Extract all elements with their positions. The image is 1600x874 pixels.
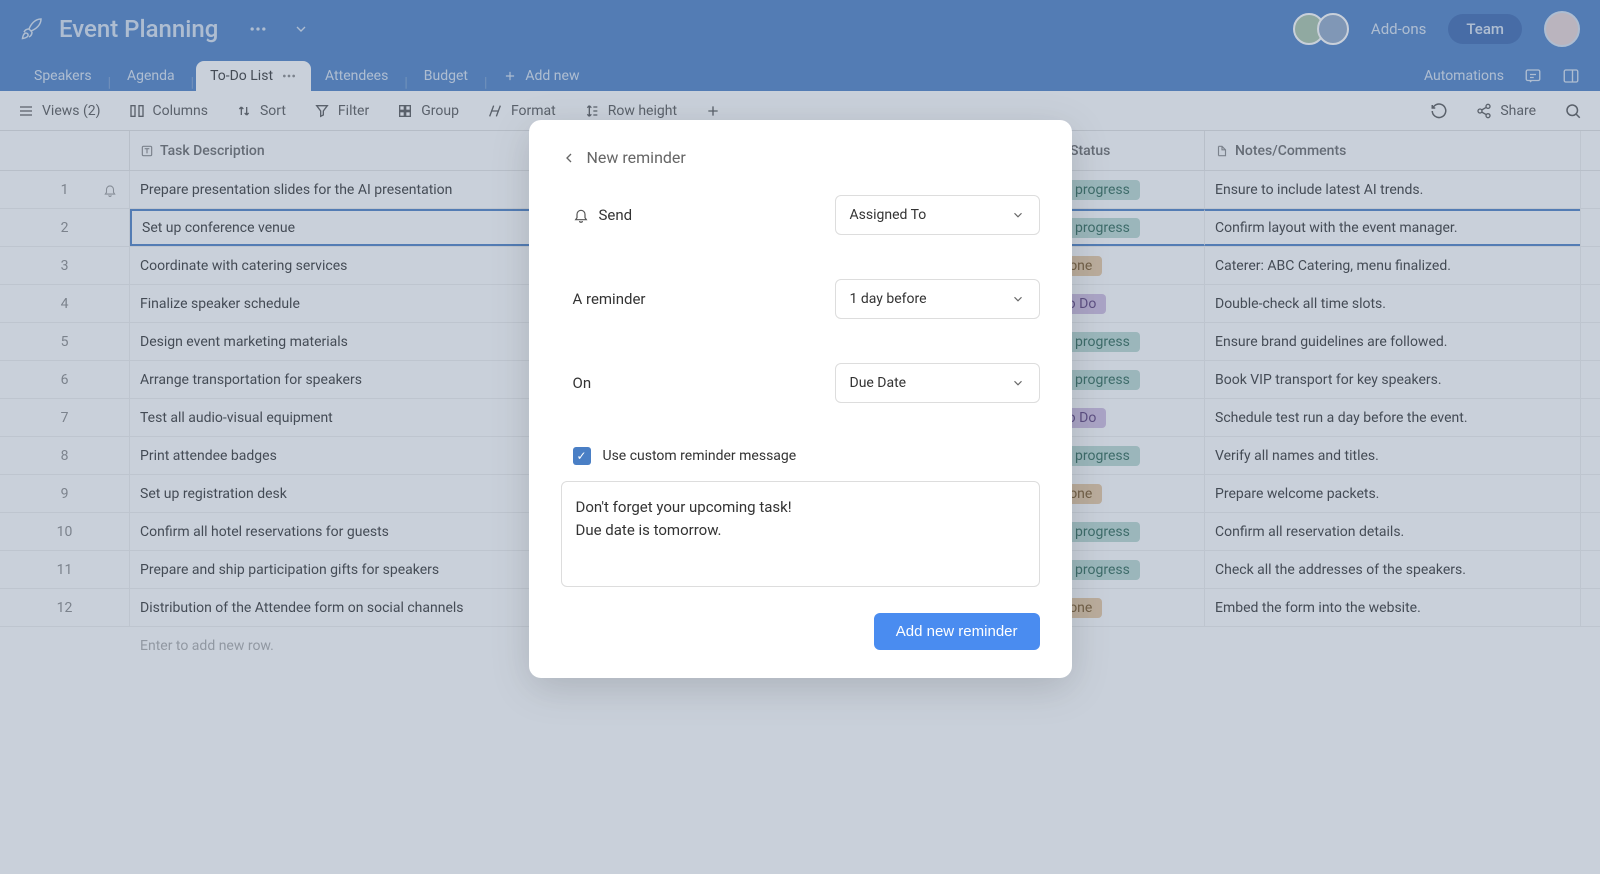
checkbox-icon: ✓ bbox=[573, 447, 591, 465]
send-select[interactable]: Assigned To bbox=[835, 195, 1040, 235]
bell-icon bbox=[573, 207, 589, 223]
label-text: Send bbox=[599, 206, 633, 224]
reminder-modal: New reminder Send Assigned To A reminder… bbox=[529, 120, 1072, 678]
on-label: On bbox=[561, 374, 592, 392]
chevron-down-icon bbox=[1011, 208, 1025, 222]
form-row-send: Send Assigned To bbox=[561, 195, 1040, 235]
checkbox-label: Use custom reminder message bbox=[603, 448, 797, 464]
chevron-down-icon bbox=[1011, 292, 1025, 306]
modal-footer: Add new reminder bbox=[561, 613, 1040, 650]
reminder-message-input[interactable] bbox=[561, 481, 1040, 587]
form-row-on: On Due Date bbox=[561, 363, 1040, 403]
modal-title: New reminder bbox=[587, 148, 686, 167]
on-select[interactable]: Due Date bbox=[835, 363, 1040, 403]
back-arrow-icon[interactable] bbox=[561, 150, 577, 166]
select-value: Assigned To bbox=[850, 207, 927, 223]
form-row-reminder: A reminder 1 day before bbox=[561, 279, 1040, 319]
select-value: 1 day before bbox=[850, 291, 927, 307]
label-text: On bbox=[573, 374, 592, 392]
modal-header: New reminder bbox=[561, 148, 1040, 167]
chevron-down-icon bbox=[1011, 376, 1025, 390]
custom-message-checkbox-row[interactable]: ✓ Use custom reminder message bbox=[561, 447, 1040, 465]
send-label: Send bbox=[561, 206, 633, 224]
reminder-select[interactable]: 1 day before bbox=[835, 279, 1040, 319]
add-reminder-button[interactable]: Add new reminder bbox=[874, 613, 1040, 650]
select-value: Due Date bbox=[850, 375, 907, 391]
modal-overlay[interactable]: New reminder Send Assigned To A reminder… bbox=[0, 0, 1600, 874]
label-text: A reminder bbox=[573, 290, 646, 308]
reminder-label: A reminder bbox=[561, 290, 646, 308]
